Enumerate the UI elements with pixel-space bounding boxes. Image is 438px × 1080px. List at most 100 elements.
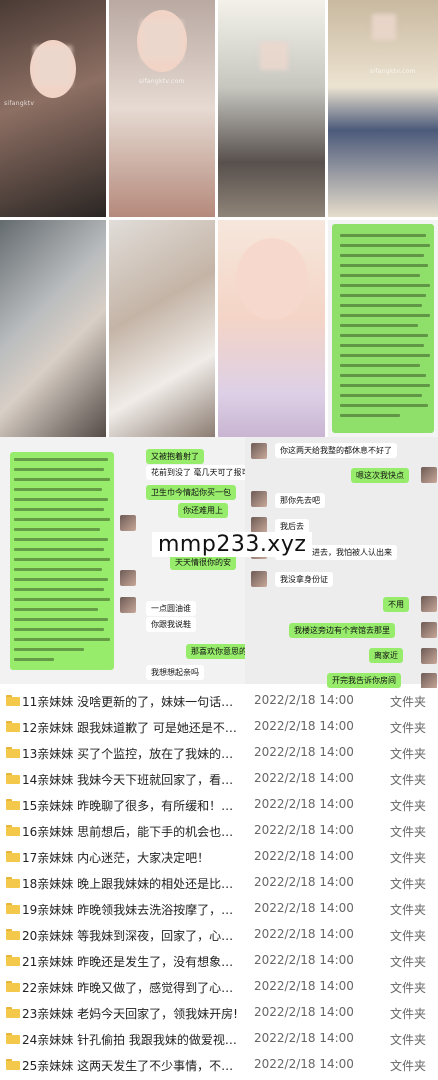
folder-row[interactable]: 24亲妹妹 针孔偷拍 我跟我妹的做爱视频露脸完... 2022/2/18 14:0… (0, 1026, 438, 1053)
avatar (421, 622, 437, 638)
folder-name: 16亲妹妹 思前想后，能下手的机会也就是让我... (22, 825, 244, 839)
folder-name: 15亲妹妹 昨晚聊了很多，有所缓和！求大神继... (22, 799, 244, 813)
chat-bubble: 离家近 (369, 648, 403, 663)
folder-name: 13亲妹妹 买了个监控，放在了我妹的卧室 (22, 747, 244, 761)
folder-icon (6, 929, 20, 940)
folder-name: 23亲妹妹 老妈今天回家了，领我妹开房! (22, 1007, 238, 1021)
avatar (120, 515, 136, 531)
folder-icon (6, 721, 20, 732)
chat-bubble: 我楼这旁边有个宾馆去那里 (289, 623, 395, 638)
folder-type: 文件夹 (390, 773, 427, 787)
folder-row[interactable]: 22亲妹妹 昨晚又做了，感觉得到了心里也不是... 2022/2/18 14:00… (0, 974, 438, 1001)
photo-4: sifangktv.com (328, 0, 438, 217)
folder-date: 2022/2/18 14:00 (254, 1031, 354, 1045)
folder-row[interactable]: 13亲妹妹 买了个监控，放在了我妹的卧室 2022/2/18 14:00 文件夹 (0, 740, 438, 767)
folder-date: 2022/2/18 14:00 (254, 875, 354, 889)
folder-icon (6, 903, 20, 914)
folder-row[interactable]: 16亲妹妹 思前想后，能下手的机会也就是让我... 2022/2/18 14:00… (0, 818, 438, 845)
chat-left-panel: 又被抱着射了 花前到没了 毫几天可了报可能的 卫生巾今情起你买一包 你还难用上 … (0, 437, 271, 684)
chat-bubble: 我没拿身份证 (275, 572, 333, 587)
photo-grid: sifangktv sifangktv.com sifangktv.com (0, 0, 438, 437)
folder-name: 17亲妹妹 内心迷茫，大家决定吧！ (22, 851, 210, 865)
chat-bubble: 不用 (383, 597, 409, 612)
folder-icon (6, 825, 20, 836)
folder-icon (6, 981, 20, 992)
folder-type: 文件夹 (390, 851, 427, 865)
folder-type: 文件夹 (390, 903, 427, 917)
folder-date: 2022/2/18 14:00 (254, 849, 354, 863)
folder-icon (6, 799, 20, 810)
folder-date: 2022/2/18 14:00 (254, 797, 354, 811)
folder-row[interactable]: 12亲妹妹 跟我妹道歉了 可是她还是不说话 2022/2/18 14:00 文件夹 (0, 714, 438, 741)
overlay-domain-text: mmp233.xyz (152, 532, 313, 557)
folder-row[interactable]: 23亲妹妹 老妈今天回家了，领我妹开房! 2022/2/18 14:00 文件夹 (0, 1000, 438, 1027)
photo-5 (0, 220, 106, 437)
folder-list: 11亲妹妹 没啥更新的了，妹妹一句话不跟我说... 2022/2/18 14:00… (0, 688, 438, 1080)
folder-date: 2022/2/18 14:00 (254, 1005, 354, 1019)
photo-3 (218, 0, 325, 217)
folder-name: 24亲妹妹 针孔偷拍 我跟我妹的做爱视频露脸完... (22, 1033, 244, 1047)
avatar (120, 570, 136, 586)
chat-bubble: 那喜欢你意思的 (186, 644, 252, 659)
chat-strip: 又被抱着射了 花前到没了 毫几天可了报可能的 卫生巾今情起你买一包 你还难用上 … (0, 437, 438, 689)
photo-1: sifangktv (0, 0, 106, 217)
folder-type: 文件夹 (390, 1033, 427, 1047)
folder-type: 文件夹 (390, 825, 427, 839)
folder-type: 文件夹 (390, 955, 427, 969)
folder-name: 20亲妹妹 等我妹到深夜，回家了，心才落了地... (22, 929, 244, 943)
watermark: sifangktv.com (370, 68, 416, 75)
folder-icon (6, 1059, 20, 1070)
folder-date: 2022/2/18 14:00 (254, 719, 354, 733)
folder-type: 文件夹 (390, 695, 427, 709)
folder-icon (6, 773, 20, 784)
chat-bubble: 天天情很你的安 (170, 555, 236, 570)
folder-name: 25亲妹妹 这两天发生了不少事情，不过我很好 (22, 1059, 244, 1073)
photo-6 (109, 220, 215, 437)
folder-date: 2022/2/18 14:00 (254, 693, 354, 707)
chat-bubble: 开完我告诉你房间 (327, 673, 401, 688)
folder-name: 19亲妹妹 昨晚领我妹去洗浴按摩了，放松心情！ (22, 903, 244, 917)
folder-type: 文件夹 (390, 877, 427, 891)
folder-row[interactable]: 14亲妹妹 我妹今天下班就回家了，看起来很憔悴 2022/2/18 14:00 文件… (0, 766, 438, 793)
folder-row[interactable]: 19亲妹妹 昨晚领我妹去洗浴按摩了，放松心情！ 2022/2/18 14:00 文件… (0, 896, 438, 923)
avatar (251, 491, 267, 507)
chat-bubble: 又被抱着射了 (146, 449, 204, 464)
folder-date: 2022/2/18 14:00 (254, 771, 354, 785)
chat-bubble: 你还难用上 (178, 503, 228, 518)
folder-type: 文件夹 (390, 721, 427, 735)
folder-row[interactable]: 20亲妹妹 等我妹到深夜，回家了，心才落了地... 2022/2/18 14:00… (0, 922, 438, 949)
folder-name: 14亲妹妹 我妹今天下班就回家了，看起来很憔悴 (22, 773, 244, 787)
folder-date: 2022/2/18 14:00 (254, 927, 354, 941)
folder-date: 2022/2/18 14:00 (254, 823, 354, 837)
avatar (251, 517, 267, 533)
folder-date: 2022/2/18 14:00 (254, 979, 354, 993)
folder-icon (6, 695, 20, 706)
chat-bubble: 你这两天给我整的都休息不好了 (275, 443, 397, 458)
avatar (421, 673, 437, 689)
folder-row[interactable]: 18亲妹妹 晚上跟我妹妹的相处还是比较融洽的！ 2022/2/18 14:00 文件… (0, 870, 438, 897)
folder-date: 2022/2/18 14:00 (254, 953, 354, 967)
watermark: sifangktv.com (139, 78, 185, 85)
folder-row[interactable]: 11亲妹妹 没啥更新的了，妹妹一句话不跟我说... 2022/2/18 14:00… (0, 688, 438, 715)
folder-row[interactable]: 21亲妹妹 昨晚还是发生了，没有想象的那么刺... 2022/2/18 14:00… (0, 948, 438, 975)
folder-icon (6, 877, 20, 888)
folder-type: 文件夹 (390, 747, 427, 761)
folder-type: 文件夹 (390, 1059, 427, 1073)
folder-type: 文件夹 (390, 799, 427, 813)
folder-icon (6, 1033, 20, 1044)
chat-bubble: 卫生巾今情起你买一包 (146, 485, 236, 500)
folder-type: 文件夹 (390, 1007, 427, 1021)
folder-name: 22亲妹妹 昨晚又做了，感觉得到了心里也不是... (22, 981, 244, 995)
chat-bubble: 我想想起亲吗 (146, 665, 204, 680)
chat-screenshot-tile (328, 220, 438, 437)
folder-row[interactable]: 25亲妹妹 这两天发生了不少事情，不过我很好 2022/2/18 14:00 文件夹 (0, 1052, 438, 1079)
avatar (421, 467, 437, 483)
chat-bubble: 你跟我说鞋 (146, 617, 196, 632)
folder-row[interactable]: 15亲妹妹 昨晚聊了很多，有所缓和！求大神继... 2022/2/18 14:00… (0, 792, 438, 819)
folder-type: 文件夹 (390, 929, 427, 943)
chat-bubble: 那你先去吧 (275, 493, 325, 508)
folder-date: 2022/2/18 14:00 (254, 745, 354, 759)
folder-name: 18亲妹妹 晚上跟我妹妹的相处还是比较融洽的！ (22, 877, 244, 891)
folder-row[interactable]: 17亲妹妹 内心迷茫，大家决定吧！ 2022/2/18 14:00 文件夹 (0, 844, 438, 871)
folder-type: 文件夹 (390, 981, 427, 995)
